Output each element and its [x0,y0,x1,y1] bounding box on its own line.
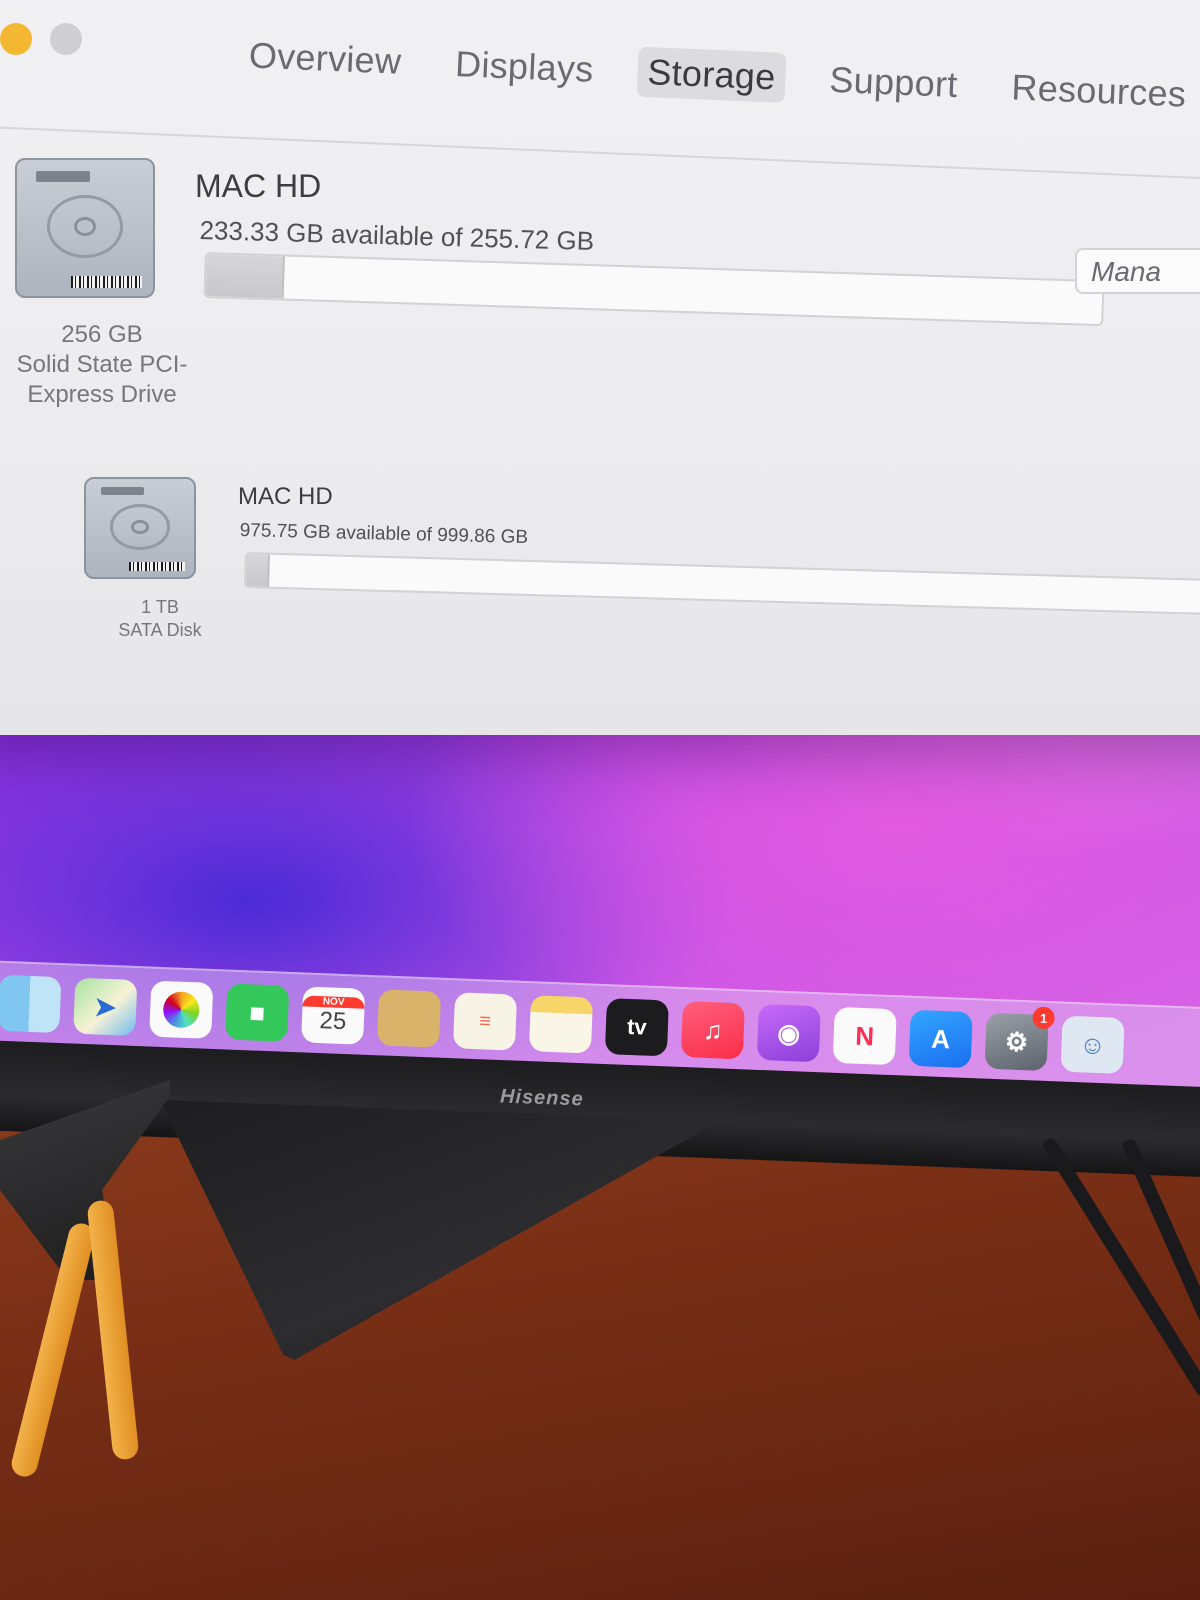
gear-icon: ⚙ [1004,1025,1029,1057]
dock-photos-icon[interactable] [149,980,214,1039]
drive-2-usage-bar [243,552,1200,615]
drive-1-type-line1: Solid State PCI- [16,351,188,378]
drive-1-usage-fill [205,254,285,299]
dock-facetime-icon[interactable]: ■ [225,983,290,1042]
sata-drive-icon [84,477,196,579]
dock-calendar-icon[interactable]: NOV 25 [301,986,366,1045]
drive-1-capacity: 256 GB [61,321,143,348]
tab-storage[interactable]: Storage [636,46,787,103]
ssd-drive-icon [15,158,155,298]
monitor-screen: Overview Displays Storage Support Resour… [0,0,1200,1090]
monitor-brand-logo: Hisense [499,1085,585,1111]
dock-finder-icon[interactable] [0,974,62,1034]
dock-podcasts-icon[interactable]: ◉ [756,1003,821,1063]
dock-music-icon[interactable]: ♫ [680,1001,745,1060]
drive-2-capacity: 1 TB [141,597,179,617]
about-this-mac-window: Overview Displays Storage Support Resour… [0,0,1200,735]
toolbar-divider [0,125,1200,182]
manage-button[interactable]: Mana [1075,248,1200,294]
dock-news-icon[interactable]: N [832,1006,897,1066]
drive-1-type-line2: Express Drive [27,381,177,408]
dock-reminders-icon[interactable]: ≡ [452,992,518,1051]
drive-2-volume-name: MAC HD [238,483,333,510]
tab-displays[interactable]: Displays [444,39,604,96]
dock-tv-icon[interactable]: tv [604,998,669,1057]
dock-notes-icon[interactable] [528,995,594,1054]
drive-2-availability: 975.75 GB available of 999.86 GB [239,520,529,549]
drive-2-usage-fill [246,554,270,587]
calendar-day: 25 [319,1006,347,1035]
drive-1-availability: 233.33 GB available of 255.72 GB [199,215,595,257]
tab-overview[interactable]: Overview [238,30,412,87]
dock-app-store-icon[interactable]: A [908,1009,973,1069]
drive-2-type-line1: SATA Disk [118,619,202,640]
dock-preview-icon[interactable]: ☺ [1060,1015,1125,1074]
drive-1-volume-name: MAC HD [195,168,322,204]
drive-2-caption: 1 TB SATA Disk [80,596,240,641]
zoom-button[interactable] [50,23,82,55]
drive-1-usage-bar [203,252,1105,327]
tab-support[interactable]: Support [818,54,968,110]
tab-bar: Overview Displays Storage Support Resour… [238,30,1197,120]
dock-maps-icon[interactable]: ➤ [73,977,138,1037]
minimize-button[interactable] [0,23,32,55]
dock-contacts-icon[interactable] [377,989,442,1048]
dock-system-preferences-icon[interactable]: ⚙ 1 [984,1006,1055,1072]
tab-resources[interactable]: Resources [1001,62,1198,120]
drive-1-caption: 256 GB Solid State PCI- Express Drive [2,320,202,410]
notification-badge: 1 [1032,1006,1055,1030]
